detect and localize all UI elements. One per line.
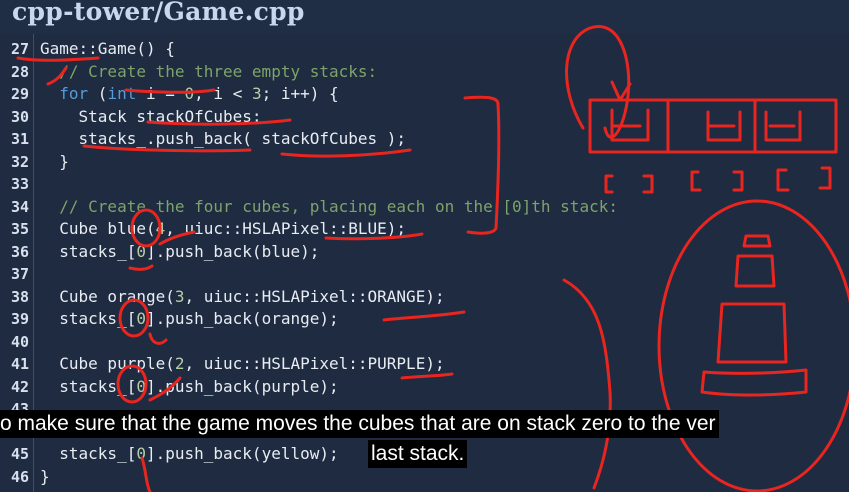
code-line[interactable]: Cube orange(3, uiuc::HSLAPixel::ORANGE); (40, 286, 444, 309)
code-line[interactable]: } (40, 466, 50, 489)
file-title: cpp-tower/Game.cpp (12, 0, 305, 26)
line-number: 39 (10, 310, 29, 328)
subtitle-line-1: o make sure that the game moves the cube… (0, 410, 719, 438)
line-number: 35 (10, 220, 29, 238)
line-number: 29 (10, 85, 29, 103)
code-line[interactable]: stacks_[0].push_back(yellow); (40, 443, 338, 466)
code-line[interactable]: // Create the three empty stacks: (40, 61, 377, 84)
code-line[interactable]: stacks_[0].push_back(purple); (40, 376, 338, 399)
code-line[interactable]: Stack stackOfCubes; (40, 106, 262, 129)
line-number: 46 (10, 467, 29, 486)
code-line[interactable]: Cube purple(2, uiuc::HSLAPixel::PURPLE); (40, 353, 444, 376)
line-number: 38 (10, 287, 29, 306)
line-number: 42 (10, 377, 29, 396)
title-bar: cpp-tower/Game.cpp (0, 0, 849, 34)
code-line[interactable]: stacks_[0].push_back(blue); (40, 241, 319, 264)
line-number: 36 (10, 242, 29, 261)
line-number: 30 (10, 107, 29, 126)
code-line[interactable]: } (40, 151, 69, 174)
line-number: 34 (10, 197, 29, 216)
code-line[interactable]: for (int i = 0; i < 3; i++) { (40, 83, 338, 106)
line-number: 28 (10, 62, 29, 81)
code-line[interactable]: stacks_.push_back( stackOfCubes ); (40, 128, 407, 151)
code-line[interactable]: Game::Game() { (40, 38, 175, 61)
line-number: 45 (10, 445, 29, 463)
subtitle-line-2: last stack. (368, 440, 468, 468)
code-line[interactable]: // Create the four cubes, placing each o… (40, 196, 618, 219)
line-number: 40 (10, 332, 29, 351)
line-number: 41 (10, 355, 29, 373)
line-number: 31 (10, 130, 29, 148)
line-number: 32 (10, 152, 29, 171)
line-number: 33 (10, 175, 29, 193)
line-number: 37 (10, 265, 29, 283)
code-line[interactable]: Cube blue(4, uiuc::HSLAPixel::BLUE); (40, 218, 406, 241)
line-number: 27 (10, 40, 29, 58)
code-line[interactable]: stacks_[0].push_back(orange); (40, 308, 338, 331)
